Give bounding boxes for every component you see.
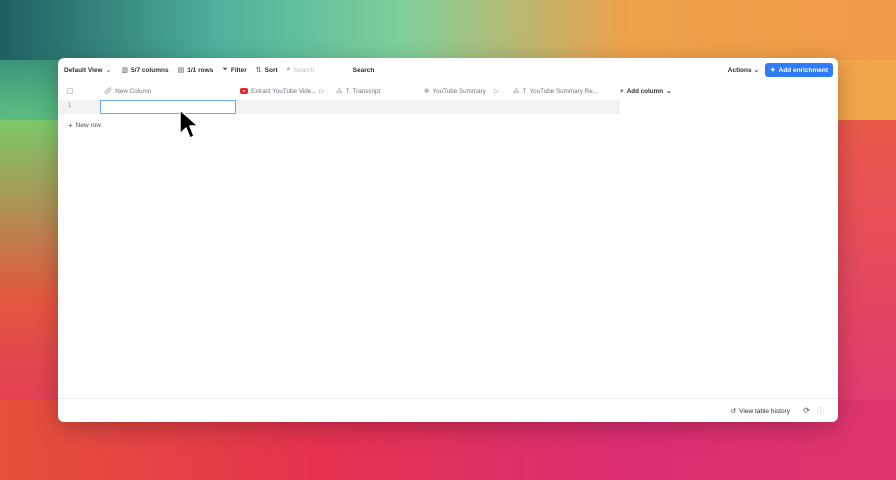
search-placeholder: Search — [293, 66, 315, 74]
column-header-youtube-summary-re[interactable]: ⁂ T YouTube Summary Re... — [513, 84, 598, 98]
add-column-button[interactable]: + Add column ⌄ — [620, 84, 671, 98]
chevron-down-icon: ⌄ — [753, 67, 760, 74]
view-selector[interactable]: Default View ⌄ — [64, 66, 112, 75]
column-label: Transcript — [352, 87, 381, 95]
rows-icon: ▤ — [177, 67, 185, 74]
sort-label: Sort — [264, 66, 278, 74]
search-icon: ⌕ — [286, 66, 291, 73]
view-table-history-button[interactable]: ↺ View table history — [730, 407, 790, 416]
sparkle-icon: ✦ — [770, 67, 776, 74]
youtube-icon — [240, 88, 248, 94]
row-number: 1 — [68, 103, 72, 109]
column-label: YouTube Summary Re... — [529, 87, 598, 95]
filter-icon: ⏷ — [222, 66, 228, 73]
mouse-cursor-icon — [179, 109, 198, 139]
plus-icon: + — [68, 121, 73, 130]
formula-icon: ⁂ — [513, 88, 520, 95]
info-icon[interactable]: ⓘ — [817, 406, 824, 416]
column-label: Extract YouTube Vide... — [251, 87, 317, 95]
history-icon: ↺ — [730, 408, 737, 415]
column-label: YouTube Summary — [432, 87, 486, 95]
sort-icon: ⇅ — [255, 67, 262, 74]
column-label: New Column — [115, 87, 152, 95]
columns-icon: ▥ — [121, 67, 129, 74]
search-button-label: Search — [352, 66, 375, 74]
footer: ↺ View table history ⟳ ⓘ — [58, 398, 838, 422]
link-icon: 🔗︎ — [104, 88, 113, 95]
rows-label: 1/1 rows — [187, 66, 214, 74]
add-enrichment-label: Add enrichment — [778, 66, 828, 74]
view-label: Default View — [64, 66, 103, 74]
columns-label: 5/7 columns — [131, 66, 169, 74]
toolbar-right: Actions ⌄ ✦ Add enrichment — [728, 63, 833, 77]
columns-button[interactable]: ▥ 5/7 columns — [121, 66, 169, 75]
sort-button[interactable]: ⇅ Sort — [255, 66, 278, 75]
search-button[interactable]: Search — [353, 67, 375, 74]
actions-label: Actions — [727, 66, 752, 74]
text-icon: T — [522, 87, 527, 95]
column-header-extract-youtube[interactable]: Extract YouTube Vide... ▷ — [240, 84, 324, 98]
filter-label: Filter — [230, 66, 247, 74]
chevron-down-icon: ⌄ — [105, 67, 112, 74]
text-icon: T — [345, 87, 350, 95]
search-input[interactable]: ⌕ Search — [287, 66, 345, 74]
table-row[interactable]: 1 — [58, 100, 618, 114]
column-header-new-column[interactable]: 🔗︎ New Column — [104, 84, 151, 98]
new-row-button[interactable]: + New row — [68, 121, 101, 130]
row-tail-cell — [618, 100, 666, 114]
chevron-down-icon: ⌄ — [666, 87, 672, 95]
play-icon[interactable]: ▷ — [494, 87, 499, 95]
selected-cell[interactable] — [100, 100, 236, 114]
toolbar: Default View ⌄ ▥ 5/7 columns ▤ 1/1 rows … — [58, 58, 838, 82]
plus-icon: + — [620, 87, 624, 95]
table-header: 🔗︎ New Column Extract YouTube Vide... ▷ … — [58, 84, 838, 98]
app-window: Default View ⌄ ▥ 5/7 columns ▤ 1/1 rows … — [58, 58, 838, 422]
add-enrichment-button[interactable]: ✦ Add enrichment — [765, 63, 833, 77]
rows-button[interactable]: ▤ 1/1 rows — [177, 66, 214, 75]
history-label: View table history — [739, 407, 790, 415]
wallpaper-left — [0, 120, 58, 420]
actions-dropdown[interactable]: Actions ⌄ — [727, 66, 760, 75]
formula-icon: ⁂ — [336, 88, 343, 95]
new-row-label: New row — [75, 122, 101, 129]
ai-icon: ✻ — [424, 88, 430, 95]
wallpaper-right — [838, 120, 896, 420]
play-icon[interactable]: ▷ — [319, 87, 324, 95]
refresh-icon[interactable]: ⟳ — [803, 406, 810, 415]
column-header-youtube-summary[interactable]: ✻ YouTube Summary ▷ — [424, 84, 499, 98]
add-column-label: Add column — [626, 87, 664, 95]
column-header-transcript[interactable]: ⁂ T Transcript — [336, 84, 380, 98]
wallpaper-top — [0, 0, 896, 60]
filter-button[interactable]: ⏷ Filter — [222, 66, 247, 74]
